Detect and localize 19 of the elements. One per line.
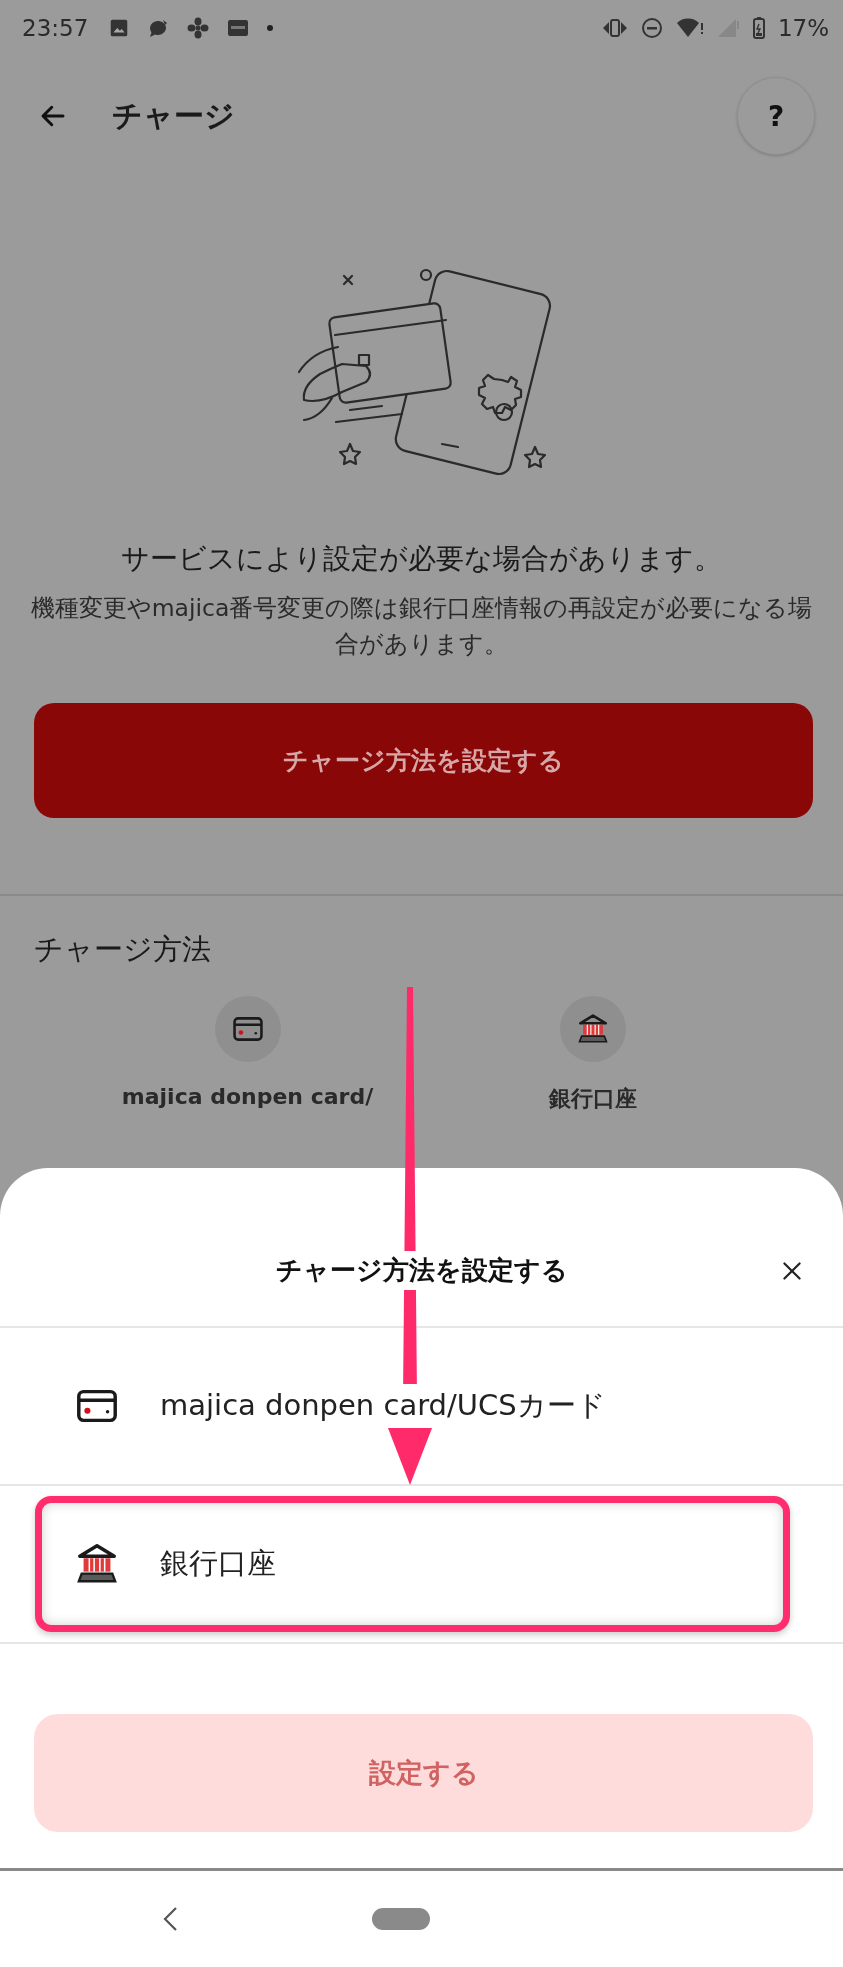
help-button[interactable]: ?: [737, 77, 815, 155]
notice-text: 機種変更やmajica番号変更の際は銀行口座情報の再設定が必要になる場合があります。: [29, 593, 814, 661]
method-label: 銀行口座: [548, 1084, 637, 1113]
method-label: majica donpen card/: [121, 1083, 374, 1109]
battery-icon: [751, 16, 766, 40]
battery-level: 17%: [777, 15, 829, 41]
bank-icon: [575, 1011, 610, 1046]
dot-icon: [266, 24, 275, 32]
status-time: 23:57: [22, 15, 89, 41]
home-button[interactable]: [372, 1908, 430, 1930]
fan-icon: [186, 16, 211, 40]
setup-button[interactable]: チャージ方法を設定する: [34, 702, 813, 818]
option-item[interactable]: 銀行口座: [35, 1496, 790, 1632]
option-item[interactable]: majica donpen card/UCSカード: [35, 1338, 790, 1474]
vibrate-icon: [601, 16, 628, 40]
section-title: チャージ方法: [34, 930, 212, 968]
screen-title: チャージ: [112, 96, 235, 135]
notice-headline: サービスにより設定が必要な場合があります。: [120, 541, 723, 577]
do-not-disturb-icon: [639, 16, 664, 40]
